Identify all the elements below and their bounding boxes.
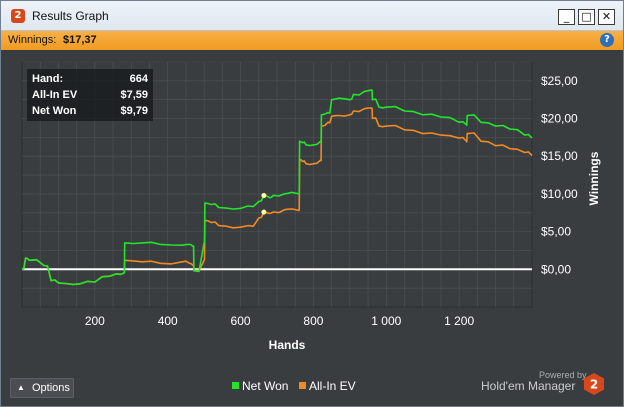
x-tick-label: 1 000: [371, 314, 401, 328]
holdem-manager-logo-icon: 2: [584, 373, 604, 395]
options-button[interactable]: ▲ Options: [10, 378, 74, 398]
x-tick-label: 800: [303, 314, 323, 328]
stat-row-hand: Hand: 664: [32, 73, 148, 89]
y-tick-label: $25,00: [541, 74, 578, 88]
maximize-button[interactable]: □: [578, 9, 595, 25]
x-tick-label: 200: [85, 314, 105, 328]
marker-point-net-won: [261, 193, 267, 199]
stat-label: Net Won: [32, 105, 77, 117]
window-title: Results Graph: [32, 9, 109, 23]
legend-label: Net Won: [242, 379, 289, 393]
legend-swatch: [299, 382, 306, 389]
help-icon[interactable]: ?: [600, 33, 614, 47]
stat-value: $7,59: [120, 89, 148, 101]
y-tick-label: $15,00: [541, 149, 578, 163]
x-tick-label: 1 200: [444, 314, 474, 328]
options-label: Options: [32, 382, 70, 394]
winnings-label: Winnings:: [8, 34, 57, 46]
y-tick-label: $0,00: [541, 262, 571, 276]
results-graph-window: 2 Results Graph _ □ ✕ Winnings: $17,37 ?…: [0, 0, 624, 407]
close-button[interactable]: ✕: [598, 9, 615, 25]
winnings-bar: Winnings: $17,37 ?: [1, 31, 623, 50]
stat-row-allin-ev: All-In EV $7,59: [32, 89, 148, 105]
app-logo-icon: 2: [11, 9, 25, 23]
title-bar[interactable]: 2 Results Graph _ □ ✕: [1, 1, 623, 31]
brand-name: Hold'em Manager: [481, 379, 576, 393]
y-tick-label: $5,00: [541, 225, 571, 239]
chevron-up-icon: ▲: [17, 383, 25, 392]
x-axis-title: Hands: [269, 338, 306, 352]
y-tick-label: $20,00: [541, 112, 578, 126]
y-tick-label: $10,00: [541, 187, 578, 201]
legend-label: All-In EV: [309, 379, 356, 393]
x-tick-label: 600: [231, 314, 251, 328]
stat-label: All-In EV: [32, 89, 78, 101]
x-tick-label: 400: [158, 314, 178, 328]
hand-stats-box: Hand: 664 All-In EV $7,59 Net Won $9,79: [27, 69, 153, 121]
stat-label: Hand:: [32, 73, 64, 85]
y-axis-title: Winnings: [587, 151, 601, 205]
stat-value: $9,79: [120, 105, 148, 117]
minimize-button[interactable]: _: [558, 9, 575, 25]
winnings-value: $17,37: [63, 34, 97, 46]
stat-value: 664: [129, 73, 148, 85]
legend-swatch: [232, 382, 239, 389]
logo-text: 2: [590, 378, 598, 392]
marker-point-all-in-ev: [261, 209, 267, 215]
stat-row-net-won: Net Won $9,79: [32, 105, 148, 121]
